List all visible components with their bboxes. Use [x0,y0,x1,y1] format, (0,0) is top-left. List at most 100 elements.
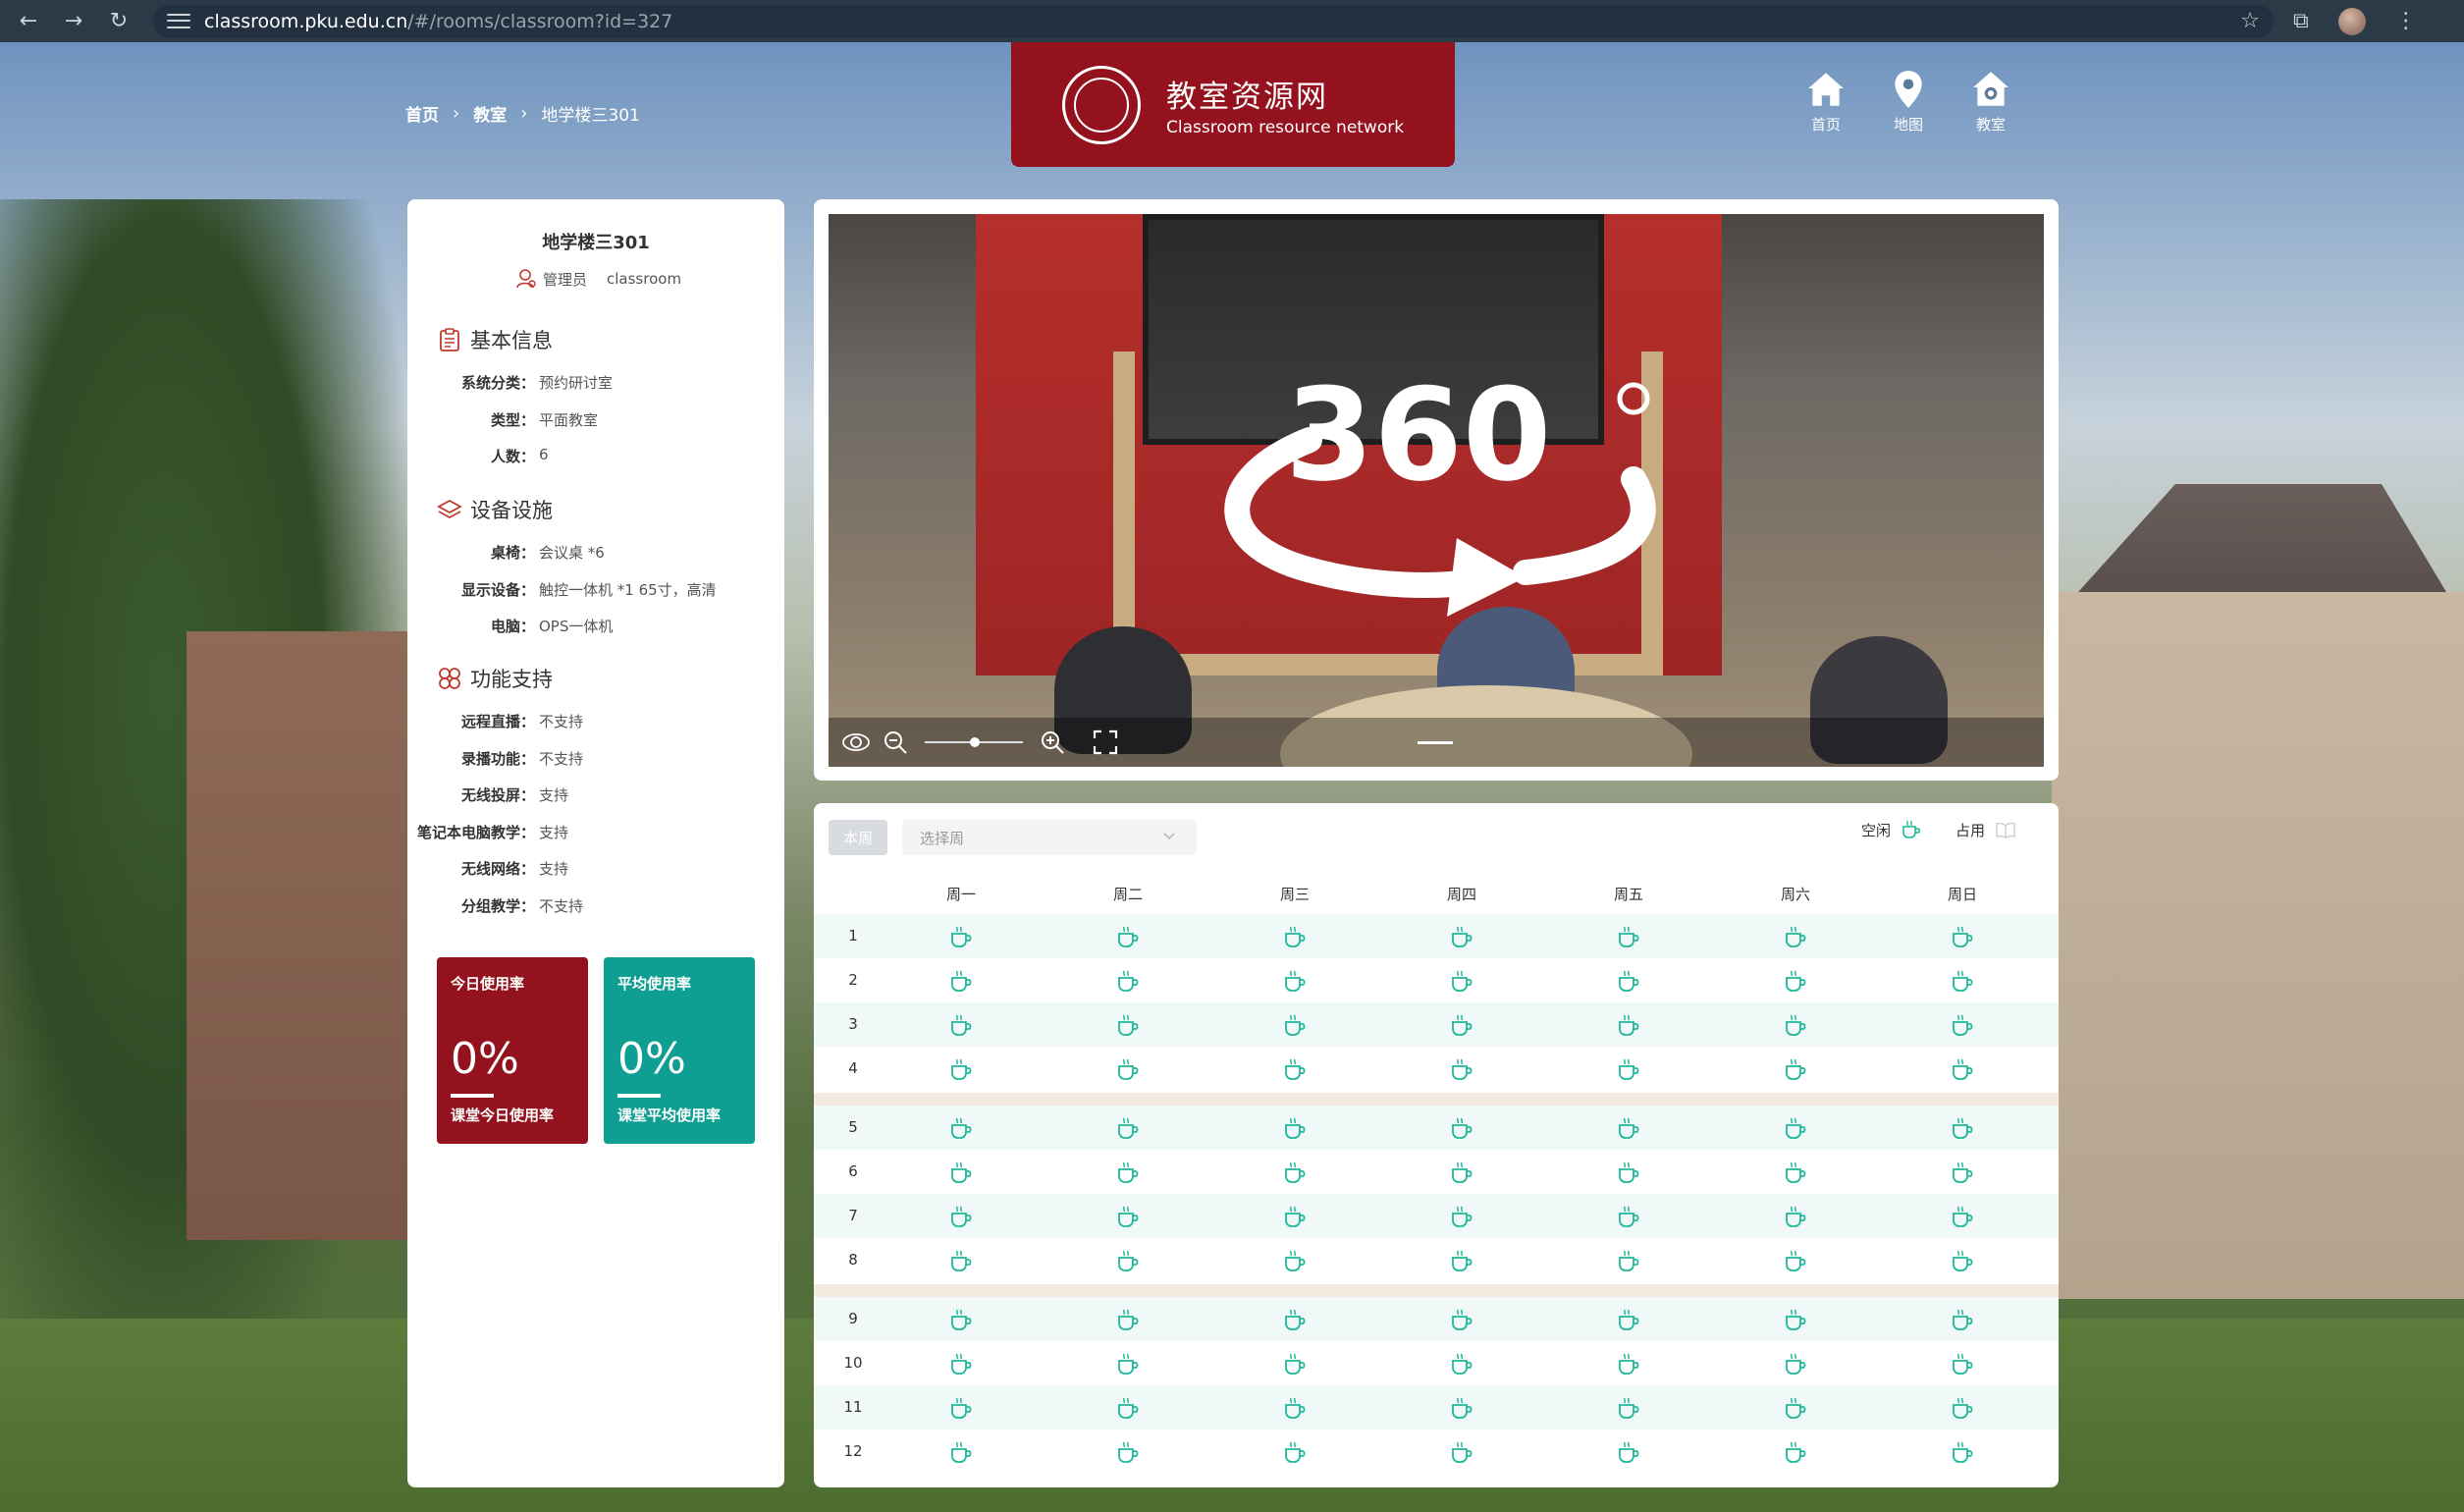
free-slot-cup-icon[interactable] [948,1115,974,1141]
free-slot-cup-icon[interactable] [948,1395,974,1421]
free-slot-cup-icon[interactable] [1449,1056,1474,1082]
this-week-button[interactable]: 本周 [829,820,887,855]
week-select[interactable]: 选择周 [902,820,1197,855]
free-slot-cup-icon[interactable] [1950,1204,1975,1229]
free-slot-cup-icon[interactable] [1783,1160,1808,1185]
free-slot-cup-icon[interactable] [1950,1248,1975,1273]
free-slot-cup-icon[interactable] [948,1351,974,1377]
breadcrumb-classroom[interactable]: 教室 [473,101,507,126]
profile-avatar[interactable] [2337,7,2366,35]
free-slot-cup-icon[interactable] [1783,1439,1808,1465]
nav-map[interactable]: 地图 [1887,69,1930,135]
free-slot-cup-icon[interactable] [1282,1439,1308,1465]
free-slot-cup-icon[interactable] [1282,1160,1308,1185]
free-slot-cup-icon[interactable] [948,1307,974,1332]
free-slot-cup-icon[interactable] [1616,968,1641,994]
free-slot-cup-icon[interactable] [1282,1395,1308,1421]
zoom-slider[interactable] [925,737,1023,747]
free-slot-cup-icon[interactable] [1950,1056,1975,1082]
free-slot-cup-icon[interactable] [1449,968,1474,994]
free-slot-cup-icon[interactable] [1950,1160,1975,1185]
free-slot-cup-icon[interactable] [1783,924,1808,949]
free-slot-cup-icon[interactable] [1616,1248,1641,1273]
bookmark-star-icon[interactable]: ☆ [2240,9,2260,33]
free-slot-cup-icon[interactable] [948,1012,974,1038]
free-slot-cup-icon[interactable] [1616,924,1641,949]
free-slot-cup-icon[interactable] [1950,1115,1975,1141]
free-slot-cup-icon[interactable] [1783,1056,1808,1082]
free-slot-cup-icon[interactable] [1115,1012,1141,1038]
free-slot-cup-icon[interactable] [1449,1351,1474,1377]
free-slot-cup-icon[interactable] [1783,1351,1808,1377]
fullscreen-button[interactable] [1086,723,1125,762]
free-slot-cup-icon[interactable] [1616,1439,1641,1465]
free-slot-cup-icon[interactable] [1616,1115,1641,1141]
free-slot-cup-icon[interactable] [1115,924,1141,949]
free-slot-cup-icon[interactable] [1449,1395,1474,1421]
free-slot-cup-icon[interactable] [1115,968,1141,994]
back-icon[interactable]: ← [12,5,45,38]
reload-icon[interactable]: ↻ [102,5,135,38]
free-slot-cup-icon[interactable] [1115,1204,1141,1229]
free-slot-cup-icon[interactable] [1449,1012,1474,1038]
free-slot-cup-icon[interactable] [948,1204,974,1229]
zoom-out-button[interactable] [876,723,915,762]
free-slot-cup-icon[interactable] [1616,1012,1641,1038]
free-slot-cup-icon[interactable] [1115,1160,1141,1185]
free-slot-cup-icon[interactable] [1282,1204,1308,1229]
free-slot-cup-icon[interactable] [948,968,974,994]
site-logo[interactable]: 教室资源网 Classroom resource network [1011,42,1455,167]
free-slot-cup-icon[interactable] [948,1248,974,1273]
free-slot-cup-icon[interactable] [1282,1248,1308,1273]
free-slot-cup-icon[interactable] [1783,1248,1808,1273]
free-slot-cup-icon[interactable] [1950,1395,1975,1421]
free-slot-cup-icon[interactable] [1950,968,1975,994]
free-slot-cup-icon[interactable] [1950,1351,1975,1377]
zoom-in-button[interactable] [1033,723,1072,762]
free-slot-cup-icon[interactable] [1282,968,1308,994]
free-slot-cup-icon[interactable] [1783,1204,1808,1229]
free-slot-cup-icon[interactable] [1115,1439,1141,1465]
free-slot-cup-icon[interactable] [1449,1248,1474,1273]
free-slot-cup-icon[interactable] [1950,1012,1975,1038]
free-slot-cup-icon[interactable] [948,1160,974,1185]
free-slot-cup-icon[interactable] [1115,1115,1141,1141]
free-slot-cup-icon[interactable] [1616,1056,1641,1082]
address-bar[interactable]: classroom.pku.edu.cn/#/rooms/classroom?i… [153,4,2274,38]
nav-home[interactable]: 首页 [1804,69,1848,135]
extensions-icon[interactable]: ⧉ [2293,9,2309,33]
free-slot-cup-icon[interactable] [1783,1307,1808,1332]
zoom-slider-knob[interactable] [970,737,980,747]
free-slot-cup-icon[interactable] [1449,1439,1474,1465]
free-slot-cup-icon[interactable] [1115,1395,1141,1421]
free-slot-cup-icon[interactable] [1616,1204,1641,1229]
free-slot-cup-icon[interactable] [1115,1056,1141,1082]
free-slot-cup-icon[interactable] [1282,1351,1308,1377]
free-slot-cup-icon[interactable] [948,1439,974,1465]
free-slot-cup-icon[interactable] [1783,968,1808,994]
gyro-toggle[interactable] [836,723,876,762]
free-slot-cup-icon[interactable] [948,1056,974,1082]
free-slot-cup-icon[interactable] [1449,1115,1474,1141]
free-slot-cup-icon[interactable] [1950,924,1975,949]
free-slot-cup-icon[interactable] [1449,1160,1474,1185]
free-slot-cup-icon[interactable] [1449,1204,1474,1229]
browser-menu-icon[interactable]: ⋮ [2395,9,2417,33]
free-slot-cup-icon[interactable] [948,924,974,949]
nav-classroom[interactable]: 教室 [1969,69,2012,135]
free-slot-cup-icon[interactable] [1616,1307,1641,1332]
free-slot-cup-icon[interactable] [1783,1115,1808,1141]
free-slot-cup-icon[interactable] [1616,1351,1641,1377]
free-slot-cup-icon[interactable] [1282,1012,1308,1038]
free-slot-cup-icon[interactable] [1115,1248,1141,1273]
site-settings-icon[interactable] [167,12,190,31]
free-slot-cup-icon[interactable] [1950,1439,1975,1465]
forward-icon[interactable]: → [57,5,90,38]
free-slot-cup-icon[interactable] [1282,924,1308,949]
free-slot-cup-icon[interactable] [1783,1395,1808,1421]
free-slot-cup-icon[interactable] [1616,1395,1641,1421]
free-slot-cup-icon[interactable] [1282,1056,1308,1082]
free-slot-cup-icon[interactable] [1282,1115,1308,1141]
breadcrumb-home[interactable]: 首页 [405,101,439,126]
free-slot-cup-icon[interactable] [1783,1012,1808,1038]
